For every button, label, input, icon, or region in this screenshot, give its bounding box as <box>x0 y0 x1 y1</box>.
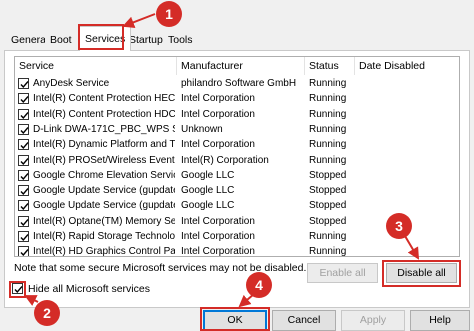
manufacturer-cell: Intel(R) Corporation <box>181 154 269 166</box>
checkmark-icon <box>20 172 29 180</box>
checkmark-icon <box>20 157 29 165</box>
checkmark-icon <box>20 218 29 226</box>
service-name: Intel(R) Optane(TM) Memory Se... <box>33 215 175 227</box>
enable-all-button[interactable]: Enable all <box>307 263 378 283</box>
callout-2: 2 <box>34 300 60 326</box>
checkmark-icon <box>20 126 29 134</box>
callout-3: 3 <box>386 213 412 239</box>
checkmark-icon <box>20 142 29 150</box>
row-checkbox[interactable] <box>18 185 29 197</box>
manufacturer-cell: Intel Corporation <box>181 246 255 257</box>
manufacturer-cell: Intel Corporation <box>181 93 255 105</box>
ok-highlight <box>200 307 270 331</box>
status-cell: Running <box>309 139 347 151</box>
help-button[interactable]: Help <box>410 310 470 331</box>
manufacturer-cell: philandro Software GmbH <box>181 78 297 89</box>
column-header-manufacturer[interactable]: Manufacturer <box>177 57 305 75</box>
row-checkbox[interactable] <box>18 200 29 212</box>
row-checkbox[interactable] <box>18 123 29 135</box>
disable-all-highlight <box>382 260 461 287</box>
checkmark-icon <box>20 249 29 256</box>
status-cell: Running <box>309 78 347 89</box>
checkmark-icon <box>20 81 29 89</box>
manufacturer-cell: Intel Corporation <box>181 108 255 120</box>
row-checkbox[interactable] <box>18 93 29 105</box>
column-header-status[interactable]: Status <box>305 57 355 75</box>
manufacturer-cell: Unknown <box>181 123 223 135</box>
row-checkbox[interactable] <box>18 154 29 166</box>
status-cell: Running <box>309 123 347 135</box>
manufacturer-cell: Google LLC <box>181 185 235 197</box>
checkmark-icon <box>20 203 29 211</box>
service-name: Google Chrome Elevation Service <box>33 169 175 181</box>
manufacturer-cell: Intel Corporation <box>181 231 255 242</box>
row-checkbox[interactable] <box>18 215 29 227</box>
checkmark-icon <box>20 96 29 104</box>
row-checkbox[interactable] <box>18 139 29 151</box>
manufacturer-cell: Intel Corporation <box>181 215 255 227</box>
cancel-button[interactable]: Cancel <box>272 310 336 331</box>
table-row[interactable]: Intel(R) HD Graphics Control Pa... Intel … <box>15 245 459 257</box>
row-checkbox[interactable] <box>18 246 29 256</box>
manufacturer-cell: Google LLC <box>181 169 235 181</box>
row-checkbox[interactable] <box>18 169 29 181</box>
hide-checkbox-highlight <box>9 281 26 298</box>
callout-1: 1 <box>156 1 182 27</box>
table-row[interactable]: Intel(R) PROSet/Wireless Event ... Intel(… <box>15 154 459 169</box>
apply-button[interactable]: Apply <box>341 310 405 331</box>
service-name: Google Update Service (gupdatem) <box>33 200 175 212</box>
checkmark-icon <box>20 188 29 196</box>
service-name: D-Link DWA-171C_PBC_WPS Se... <box>33 123 175 135</box>
row-checkbox[interactable] <box>18 78 29 89</box>
table-row[interactable]: Google Chrome Elevation Service Google LL… <box>15 169 459 184</box>
tab-boot[interactable]: Boot <box>45 30 77 50</box>
table-row[interactable]: Intel(R) Content Protection HDC... Intel … <box>15 108 459 123</box>
service-name: AnyDesk Service <box>33 78 110 89</box>
hide-ms-services-label: Hide all Microsoft services <box>28 283 150 295</box>
service-name: Intel(R) PROSet/Wireless Event ... <box>33 154 175 166</box>
service-name: Intel(R) Content Protection HDC... <box>33 108 175 120</box>
status-cell: Stopped <box>309 200 347 212</box>
status-cell: Running <box>309 93 347 105</box>
manufacturer-cell: Google LLC <box>181 200 235 212</box>
status-cell: Stopped <box>309 185 347 197</box>
table-row[interactable]: Intel(R) Content Protection HECI... Intel… <box>15 92 459 107</box>
status-cell: Running <box>309 108 347 120</box>
status-cell: Stopped <box>309 169 347 181</box>
callout-4: 4 <box>246 272 272 298</box>
tab-tools[interactable]: Tools <box>163 30 198 50</box>
column-header-date-disabled[interactable]: Date Disabled <box>355 57 459 75</box>
service-name: Intel(R) Content Protection HECI... <box>33 93 175 105</box>
row-checkbox[interactable] <box>18 231 29 242</box>
table-row[interactable]: Intel(R) Dynamic Platform and T... Intel … <box>15 138 459 153</box>
table-row[interactable]: Google Update Service (gupdatem) Google L… <box>15 199 459 214</box>
service-name: Intel(R) Rapid Storage Technology <box>33 231 175 242</box>
table-row[interactable]: AnyDesk Service philandro Software GmbH Ru… <box>15 77 459 92</box>
checkmark-icon <box>20 111 29 119</box>
checkmark-icon <box>20 234 29 242</box>
row-checkbox[interactable] <box>18 108 29 120</box>
status-cell: Stopped <box>309 215 347 227</box>
service-name: Intel(R) HD Graphics Control Pa... <box>33 246 175 257</box>
manufacturer-cell: Intel Corporation <box>181 139 255 151</box>
service-name: Intel(R) Dynamic Platform and T... <box>33 139 175 151</box>
column-header-service[interactable]: Service <box>15 57 177 75</box>
status-cell: Running <box>309 246 347 257</box>
services-tab-highlight <box>78 24 124 50</box>
table-row[interactable]: Google Update Service (gupdate) Google LL… <box>15 184 459 199</box>
status-cell: Running <box>309 154 347 166</box>
status-cell: Running <box>309 231 347 242</box>
service-name: Google Update Service (gupdate) <box>33 185 175 197</box>
table-row[interactable]: D-Link DWA-171C_PBC_WPS Se... Unknown Runn… <box>15 123 459 138</box>
